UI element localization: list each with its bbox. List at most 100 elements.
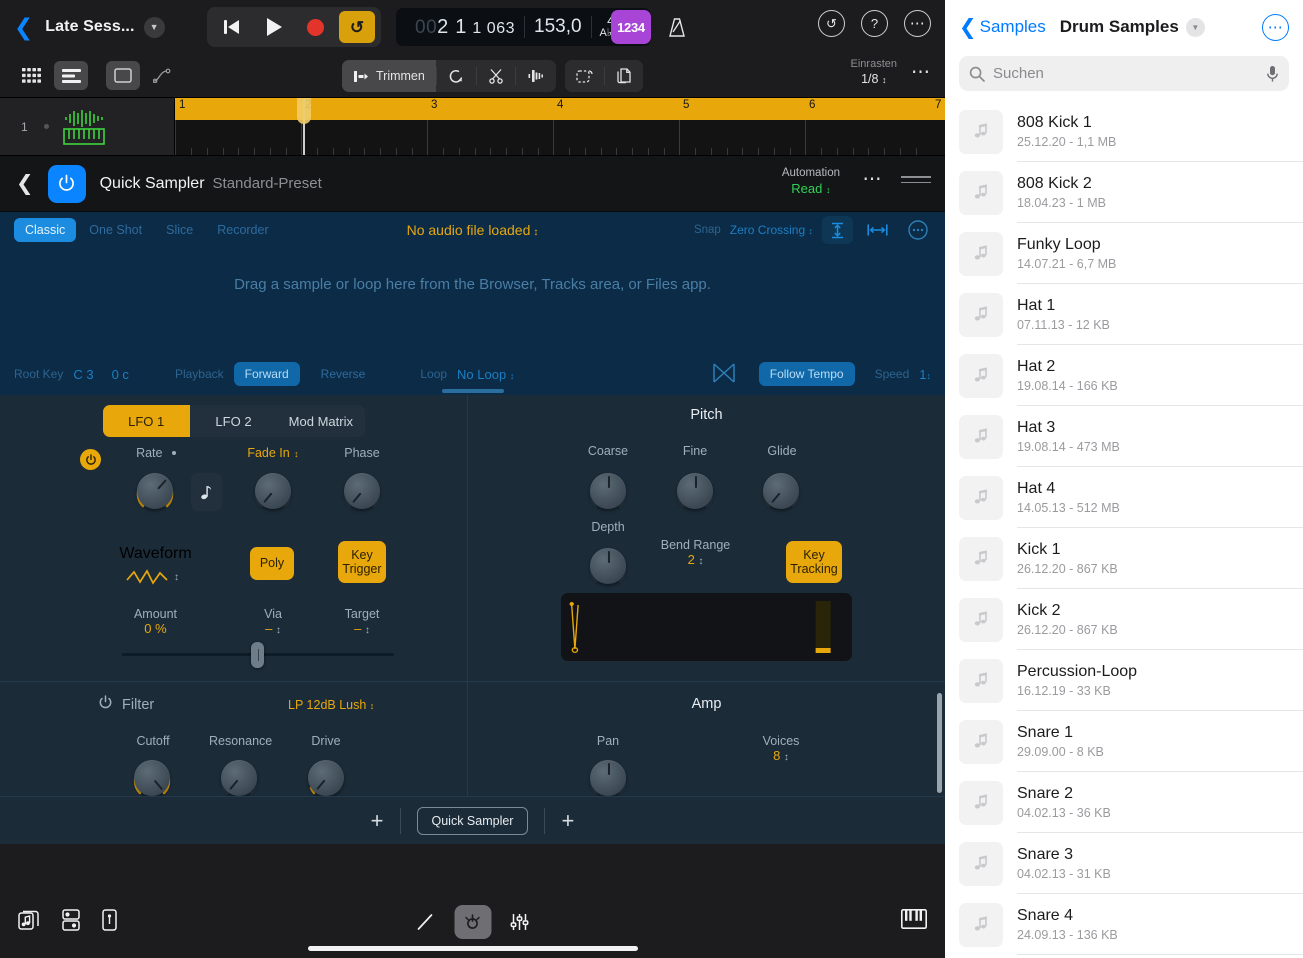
search-input[interactable]: Suchen xyxy=(993,65,1266,82)
plugin-preset-name[interactable]: Standard-Preset xyxy=(213,175,322,192)
voices-control[interactable]: Voices 8 ↕ xyxy=(751,734,811,763)
plugin-grip-handle-icon[interactable] xyxy=(901,172,931,187)
waveform-selector[interactable]: ↕ xyxy=(126,567,179,587)
chevron-down-icon[interactable]: ▼ xyxy=(1186,18,1205,37)
follow-tempo-button[interactable]: Follow Tempo xyxy=(759,362,855,386)
cutoff-knob[interactable] xyxy=(128,754,176,796)
drive-knob[interactable] xyxy=(302,754,350,796)
list-item[interactable]: Kick 126.12.20 - 867 KB xyxy=(945,528,1303,589)
lfo-power-button[interactable] xyxy=(80,449,101,470)
browser-back-label[interactable]: Samples xyxy=(980,17,1046,37)
list-item[interactable]: Snare 129.09.00 - 8 KB xyxy=(945,711,1303,772)
library-grid-icon[interactable] xyxy=(14,61,48,90)
tracks-list-icon[interactable] xyxy=(54,61,88,90)
play-button[interactable] xyxy=(255,11,291,43)
filter-power-icon[interactable] xyxy=(98,695,113,715)
plugin-power-button[interactable] xyxy=(48,165,86,203)
add-plugin-after-button[interactable]: + xyxy=(561,808,574,834)
project-menu-chevron-down-icon[interactable]: ▼ xyxy=(144,17,165,38)
rate-knob[interactable] xyxy=(131,467,179,515)
mode-tab-one-shot[interactable]: One Shot xyxy=(78,218,153,242)
sample-waveform-zone[interactable]: Classic One Shot Slice Recorder No audio… xyxy=(0,212,945,395)
region-select-icon[interactable] xyxy=(106,61,140,90)
trim-tool-button[interactable]: Trimmen xyxy=(342,60,436,92)
snap-setting[interactable]: Einrasten 1/8 ↕ xyxy=(851,58,897,87)
glide-knob[interactable] xyxy=(757,467,805,515)
track-record-dot[interactable] xyxy=(44,124,49,129)
track-header[interactable]: 1 xyxy=(0,98,175,155)
microphone-icon[interactable] xyxy=(1266,65,1279,83)
panel-resize-handle[interactable] xyxy=(442,389,504,393)
cycle-button[interactable]: ↺ xyxy=(339,11,375,43)
metronome-button[interactable] xyxy=(660,10,694,44)
resonance-knob[interactable] xyxy=(215,754,263,796)
mixer-button[interactable] xyxy=(501,905,538,939)
via-control[interactable]: Via – ↕ xyxy=(240,607,306,636)
automation-mode-control[interactable]: Automation Read ↕ xyxy=(782,166,840,198)
record-button[interactable] xyxy=(297,11,333,43)
help-icon[interactable]: ? xyxy=(861,10,888,37)
browser-more-circle-icon[interactable]: ⋯ xyxy=(1262,14,1289,41)
list-item[interactable]: Snare 304.02.13 - 31 KB xyxy=(945,833,1303,894)
rate-note-sync-button[interactable] xyxy=(191,473,222,511)
duplicate-tool-button[interactable] xyxy=(605,60,643,92)
search-field[interactable]: Suchen xyxy=(959,56,1289,91)
list-item[interactable]: 808 Kick 218.04.23 - 1 MB xyxy=(945,162,1303,223)
key-tracking-button[interactable]: Key Tracking xyxy=(786,541,842,583)
coarse-knob[interactable] xyxy=(584,467,632,515)
plugin-vertical-scrollbar[interactable] xyxy=(937,693,942,793)
loop-value[interactable]: No Loop ↕ xyxy=(457,367,514,382)
list-item[interactable]: 808 Kick 125.12.20 - 1,1 MB xyxy=(945,101,1303,162)
list-item[interactable]: Snare 424.09.13 - 136 KB xyxy=(945,894,1303,955)
amount-slider-thumb[interactable] xyxy=(251,642,264,668)
playback-forward-button[interactable]: Forward xyxy=(234,362,300,386)
list-item[interactable]: Snare 204.02.13 - 36 KB xyxy=(945,772,1303,833)
automation-curve-icon[interactable] xyxy=(146,61,180,90)
speed-value[interactable]: 1↕ xyxy=(919,367,931,382)
go-to-start-button[interactable] xyxy=(213,11,249,43)
tab-lfo-2[interactable]: LFO 2 xyxy=(190,405,277,437)
flex-icon[interactable] xyxy=(711,362,737,387)
browser-back-chevron-icon[interactable]: ❮ xyxy=(959,17,977,38)
fine-knob[interactable] xyxy=(671,467,719,515)
playhead-flag[interactable] xyxy=(297,98,311,124)
files-browser-icon[interactable] xyxy=(102,909,117,936)
mode-tab-classic[interactable]: Classic xyxy=(14,218,76,242)
normalize-icon[interactable] xyxy=(822,216,853,244)
toolbar-more-icon[interactable]: ⋯ xyxy=(911,67,931,78)
plugin-back-chevron-icon[interactable]: ❮ xyxy=(16,171,34,196)
undo-icon[interactable]: ↺ xyxy=(818,10,845,37)
project-name[interactable]: Late Sess... xyxy=(45,18,134,36)
pitch-envelope-display[interactable] xyxy=(561,593,852,661)
playhead[interactable] xyxy=(303,98,305,155)
plugin-controls-button[interactable] xyxy=(454,905,491,939)
pan-knob[interactable] xyxy=(584,754,632,796)
fade-in-knob[interactable] xyxy=(249,467,297,515)
sound-library-icon[interactable] xyxy=(62,909,80,936)
depth-knob[interactable] xyxy=(584,542,632,590)
tab-mod-matrix[interactable]: Mod Matrix xyxy=(277,405,364,437)
playback-reverse-button[interactable]: Reverse xyxy=(310,362,377,386)
loop-tool-button[interactable] xyxy=(437,60,476,92)
list-item[interactable]: Hat 319.08.14 - 473 MB xyxy=(945,406,1303,467)
list-item[interactable]: Hat 107.11.13 - 12 KB xyxy=(945,284,1303,345)
loop-browser-icon[interactable] xyxy=(18,909,40,936)
list-item[interactable]: Hat 414.05.13 - 512 MB xyxy=(945,467,1303,528)
root-key-value[interactable]: C 3 xyxy=(73,367,93,382)
mode-tab-recorder[interactable]: Recorder xyxy=(206,218,279,242)
pencil-tool-button[interactable] xyxy=(407,905,444,939)
lcd-position[interactable]: 00 2 1 1 063 xyxy=(406,16,524,39)
list-item[interactable]: Percussion-Loop16.12.19 - 33 KB xyxy=(945,650,1303,711)
root-key-cents[interactable]: 0 c xyxy=(112,367,129,382)
amount-control[interactable]: Amount 0 % xyxy=(118,607,193,636)
scissors-tool-button[interactable] xyxy=(477,60,515,92)
marquee-tool-button[interactable] xyxy=(565,60,604,92)
plugin-more-icon[interactable]: ⋯ xyxy=(863,174,884,185)
lcd-tempo-section[interactable]: 153,0 xyxy=(525,16,591,38)
plugin-slot-button[interactable]: Quick Sampler xyxy=(417,807,529,835)
list-item[interactable]: Hat 219.08.14 - 166 KB xyxy=(945,345,1303,406)
list-item[interactable]: Funky Loop14.07.21 - 6,7 MB xyxy=(945,223,1303,284)
home-indicator[interactable] xyxy=(308,946,638,951)
options-circle-icon[interactable] xyxy=(902,216,933,244)
sample-list[interactable]: 808 Kick 125.12.20 - 1,1 MB808 Kick 218.… xyxy=(945,101,1303,955)
